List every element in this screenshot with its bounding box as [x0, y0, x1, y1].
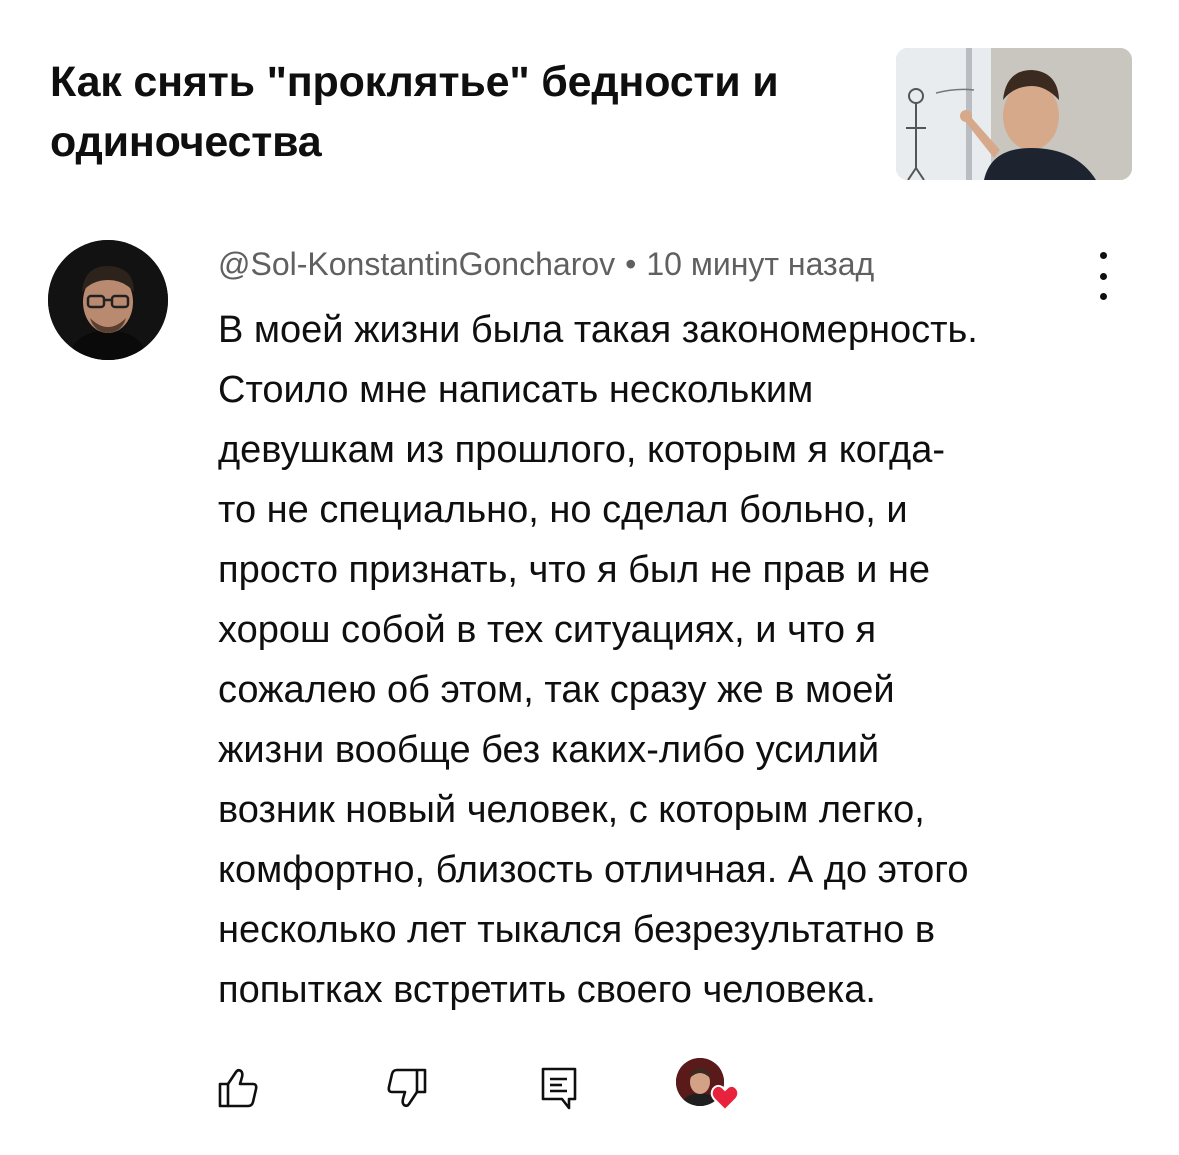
author-avatar-image — [48, 240, 168, 360]
thumbs-down-icon — [387, 1068, 427, 1108]
comment-line: комфортно, близость отличная. А до этого — [218, 849, 969, 891]
author-avatar[interactable] — [48, 240, 168, 360]
more-vert-icon-dot — [1099, 252, 1107, 259]
creator-heart-icon — [710, 1084, 740, 1112]
comment-line: попытках встретить своего человека. — [218, 969, 876, 1011]
comment-author[interactable]: @Sol-KonstantinGoncharov — [218, 246, 615, 282]
comment-line: Стоило мне написать нескольким — [218, 369, 814, 411]
comment-text: В моей жизни была такая закономерность. … — [218, 300, 1118, 1020]
meta-separator: • — [625, 246, 637, 282]
comment-timestamp: 10 минут назад — [646, 246, 875, 282]
reply-button[interactable] — [534, 1062, 586, 1114]
comment-line: хорош собой в тех ситуациях, и что я — [218, 609, 877, 651]
comment-line: жизни вообще без каких-либо усилий — [218, 729, 880, 771]
more-vert-icon-dot — [1099, 293, 1107, 300]
comment-actions — [0, 1058, 1179, 1118]
thumbs-up-icon — [218, 1068, 258, 1108]
reply-comment-icon — [541, 1067, 577, 1110]
comment-line: В моей жизни была такая закономерность. — [218, 309, 978, 351]
comment-line: просто признать, что я был не прав и не — [218, 549, 931, 591]
like-button[interactable] — [212, 1062, 264, 1114]
thumbnail-image — [896, 48, 1132, 180]
comment-line: сожалею об этом, так сразу же в моей — [218, 669, 895, 711]
more-vert-icon-dot — [1099, 272, 1107, 280]
video-thumbnail[interactable] — [896, 48, 1132, 180]
comment-line: возник новый человек, с которым легко, — [218, 789, 925, 831]
comment-line: девушкам из прошлого, которым я когда- — [218, 429, 945, 471]
creator-heart-badge — [676, 1058, 740, 1116]
comment-meta: @Sol-KonstantinGoncharov • 10 минут назад — [218, 243, 874, 285]
comment-line: несколько лет тыкался безрезультатно в — [218, 909, 936, 951]
dislike-button[interactable] — [381, 1062, 433, 1114]
comment-line: то не специально, но сделал больно, и — [218, 489, 908, 531]
comment-menu-button[interactable] — [1088, 252, 1118, 300]
video-title[interactable]: Как снять "проклятье" бедности и одиноче… — [50, 52, 880, 172]
